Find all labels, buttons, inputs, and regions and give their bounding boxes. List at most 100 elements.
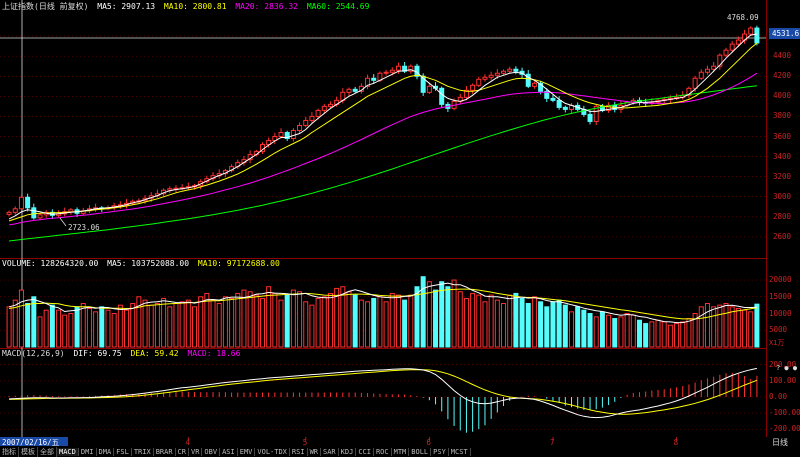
volume-bar (167, 306, 173, 348)
price-axis-tick: 2800 (773, 211, 792, 221)
high-price-annotation: 4768.09 (727, 13, 759, 22)
period-label[interactable]: 日线 (772, 437, 788, 448)
volume-bar (457, 291, 463, 348)
indicator-tab[interactable]: CCI (356, 448, 374, 456)
volume-bar (99, 306, 105, 348)
indicator-tab[interactable]: MCST (449, 448, 471, 456)
low-annotation-pointer (59, 217, 67, 227)
volume-bar (56, 309, 62, 348)
volume-bar (272, 292, 278, 348)
volume-bar (105, 309, 111, 348)
macd-panel-controls[interactable]: ? ● ● (776, 364, 797, 372)
candle-body (37, 214, 43, 219)
volume-axis-tick: 5000 (769, 325, 788, 335)
dif-label: DIF: 69.75 (73, 349, 122, 358)
candle-body (698, 71, 704, 79)
macd-axis-tick: 100.00 (769, 375, 797, 385)
indicator-tab[interactable]: PSY (431, 448, 449, 456)
candle-body (488, 74, 494, 78)
volume-bar (562, 304, 568, 348)
volume-bar (550, 301, 556, 348)
volume-bar (253, 294, 259, 348)
volume-bar (488, 294, 494, 348)
indicator-tab[interactable]: SAR (321, 448, 339, 456)
volume-bar (117, 304, 123, 348)
volume-bar (482, 301, 488, 348)
candle-body (501, 70, 507, 74)
volume-chart[interactable] (0, 258, 766, 348)
indicator-tab[interactable]: KDJ (339, 448, 357, 456)
candle-body (31, 207, 37, 219)
indicator-tab[interactable]: MTM (392, 448, 410, 456)
indicator-tab[interactable]: FSL (114, 448, 132, 456)
volume-bar (31, 296, 37, 348)
indicator-tab[interactable]: VOL-TDX (255, 448, 290, 456)
indicator-tab[interactable]: DMA (97, 448, 115, 456)
date-axis-label: 7 (550, 438, 555, 447)
volume-bar (68, 313, 74, 348)
macd-axis-tick: -100.00 (769, 408, 800, 418)
volume-bar (426, 281, 432, 348)
volume-bar (235, 292, 241, 348)
volume-bar (130, 302, 136, 348)
volume-bar (179, 301, 185, 348)
indicator-tab[interactable]: WR (308, 448, 321, 456)
volume-bar (439, 281, 445, 348)
ma60-line (9, 85, 757, 242)
volume-bar (735, 308, 741, 348)
indicator-tab[interactable]: EMV (238, 448, 256, 456)
indicator-tab[interactable]: VR (189, 448, 203, 456)
volume-bar (62, 314, 68, 348)
dea-label: DEA: 59.42 (130, 349, 179, 358)
price-panel[interactable]: 上证指数(日线 前复权) MA5: 2907.13 MA10: 2800.81 … (0, 0, 766, 259)
indicator-tab[interactable]: TRIX (132, 448, 154, 456)
price-axis-tick: 3600 (773, 131, 792, 141)
volume-bar (680, 321, 686, 348)
date-axis-label: 5 (303, 438, 308, 447)
volume-bar (686, 318, 692, 348)
indicator-tab[interactable]: OBV (202, 448, 221, 456)
volume-bar (470, 292, 476, 348)
indicator-tab[interactable]: BOLL (409, 448, 432, 456)
volume-bar (748, 311, 754, 348)
price-axis: 4600440042004000380036003400320030002800… (766, 0, 800, 258)
macd-indicator-header: MACD(12,26,9) DIF: 69.75 DEA: 59.42 MACD… (2, 349, 244, 358)
volume-bar (575, 306, 581, 348)
date-axis-label: 2007/02/16/五 (2, 438, 60, 447)
indicator-tab[interactable]: MACD (57, 448, 79, 456)
last-price-tag: 4531.6 (769, 28, 800, 39)
volume-bar (18, 289, 24, 348)
macd-value-label: MACD: 18.66 (187, 349, 241, 358)
indicator-tab[interactable]: RSI (290, 448, 308, 456)
volume-bar (111, 313, 117, 348)
macd-chart[interactable] (0, 348, 766, 437)
indicator-tab[interactable]: BRAR (154, 448, 176, 456)
volume-bar (513, 292, 519, 348)
volume-bar (581, 309, 587, 348)
volume-bar (433, 289, 439, 348)
volume-bar (136, 296, 142, 348)
volume-ma5-label: MA5: 103752088.00 (107, 259, 190, 268)
volume-bar (161, 297, 167, 348)
candle-body (321, 105, 327, 111)
candle-body (352, 88, 358, 92)
candle-body (556, 99, 562, 108)
price-axis-tick: 3200 (773, 171, 792, 181)
price-chart[interactable]: 4768.09 2723.06 (0, 0, 766, 258)
volume-bar (754, 303, 760, 348)
indicator-tab[interactable]: DMI (79, 448, 97, 456)
date-axis: 2007/02/16/五 4 5 6 7 8 (0, 437, 679, 447)
candle-body (426, 85, 432, 93)
indicator-tab[interactable]: CR (176, 448, 189, 456)
volume-bar (321, 296, 327, 348)
indicator-tab[interactable]: ROC (374, 448, 392, 456)
macd-panel[interactable]: MACD(12,26,9) DIF: 69.75 DEA: 59.42 MACD… (0, 348, 766, 438)
indicator-tab[interactable]: ASI (220, 448, 238, 456)
volume-panel[interactable]: VOLUME: 128264320.00 MA5: 103752088.00 M… (0, 258, 766, 349)
volume-bar (74, 306, 80, 348)
ma10-line (8, 42, 758, 222)
volume-bar (531, 296, 537, 348)
candle-body (346, 88, 352, 93)
volume-bar (525, 302, 531, 348)
volume-bar (402, 299, 408, 348)
